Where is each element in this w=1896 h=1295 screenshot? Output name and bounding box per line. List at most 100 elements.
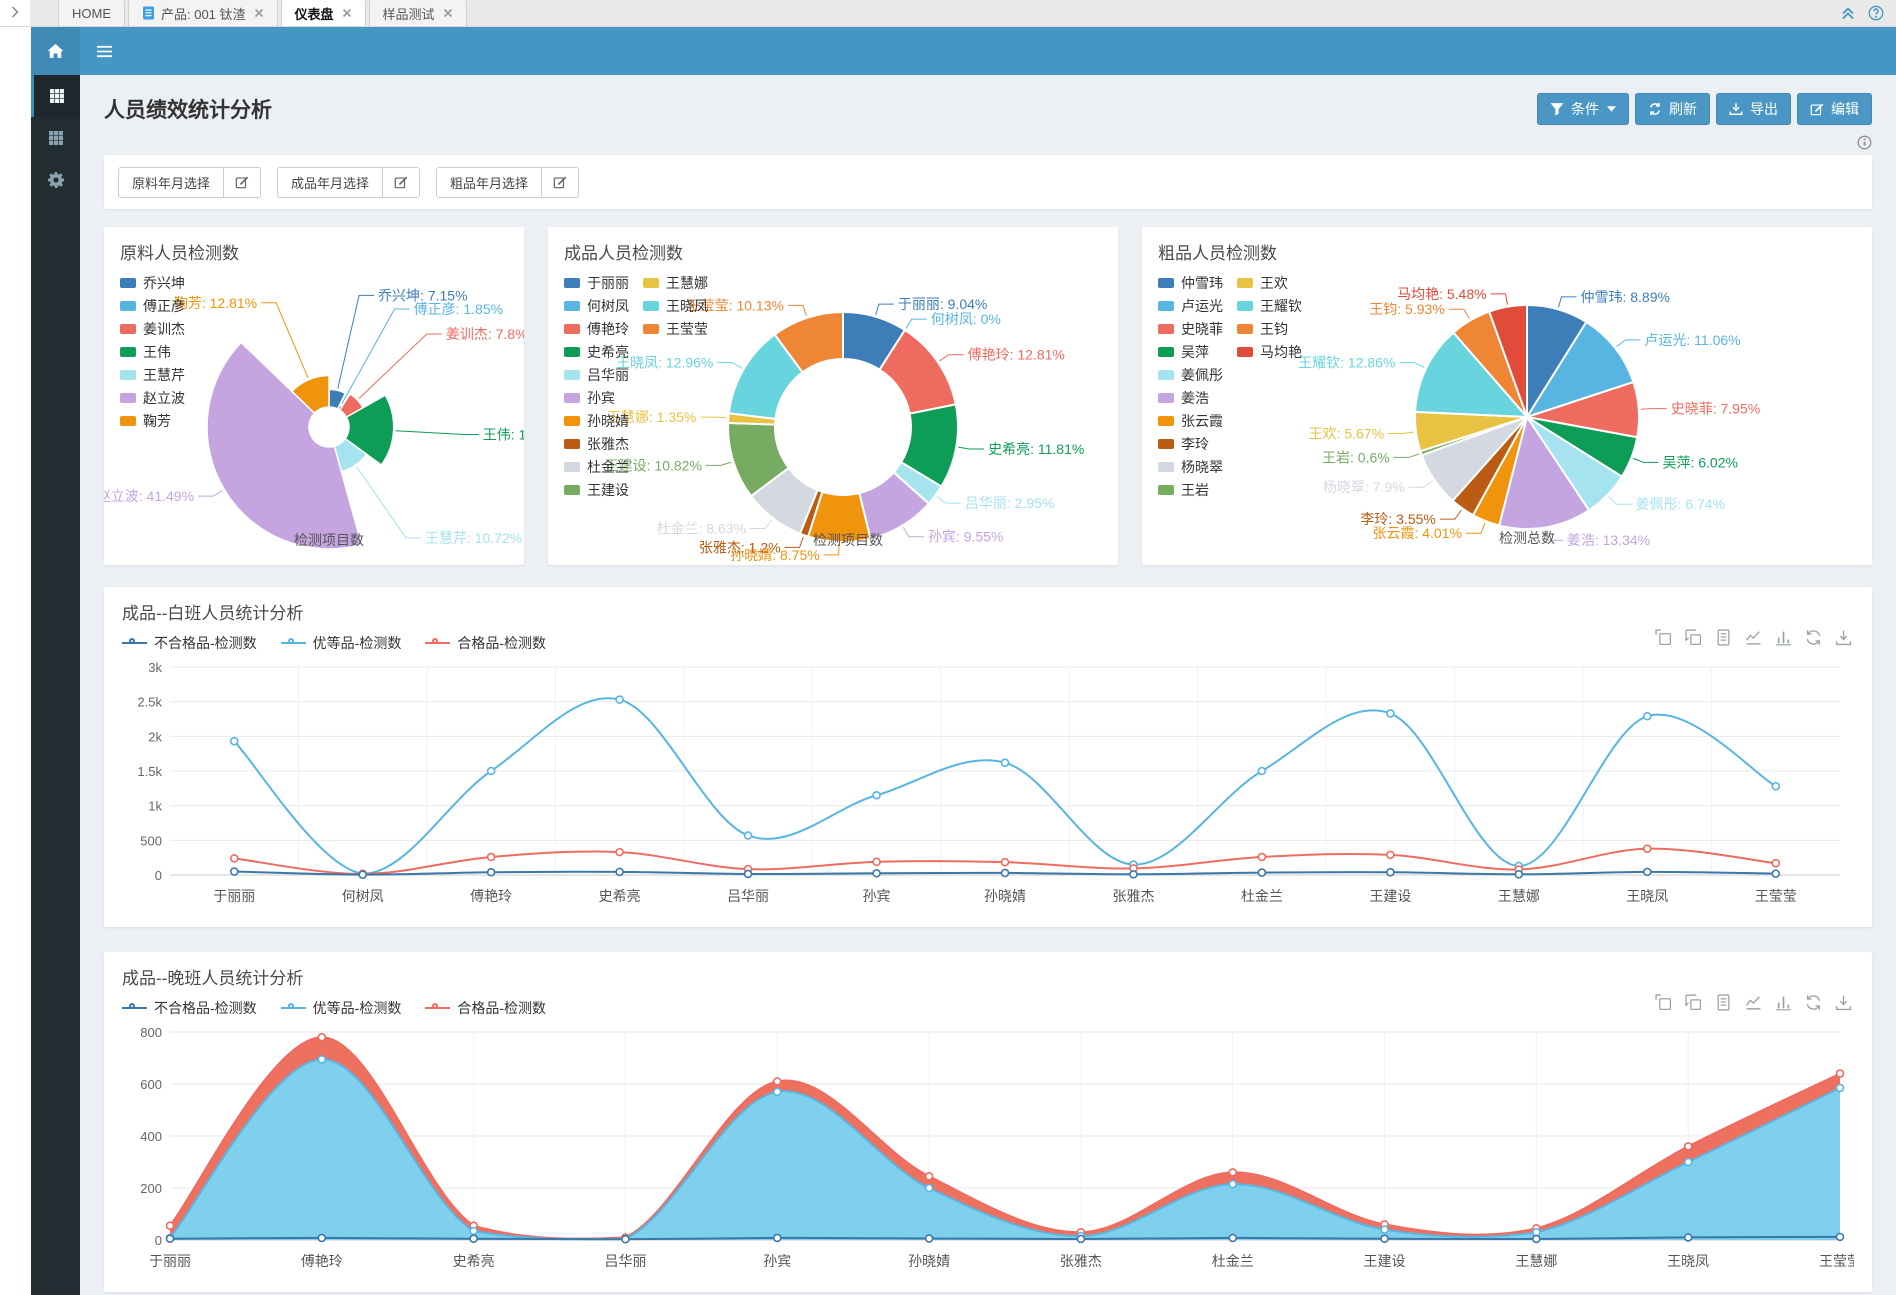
legend-swatch: [120, 416, 136, 426]
legend-item[interactable]: 王慧娜: [643, 271, 708, 294]
info-row: [104, 133, 1872, 151]
legend-item[interactable]: 姜训杰: [120, 317, 185, 340]
tabs-expand-button[interactable]: [0, 0, 30, 26]
legend-label: 傅艳玲: [587, 319, 629, 339]
refresh-button[interactable]: 刷新: [1635, 93, 1710, 125]
tab-sample-test[interactable]: 样品测试: [369, 0, 467, 26]
legend-item[interactable]: 何树凤: [564, 294, 629, 317]
line-chart-icon[interactable]: [1745, 994, 1762, 1011]
save-image-icon[interactable]: [1835, 994, 1852, 1011]
chart-title: 成品--晚班人员统计分析: [122, 964, 1854, 989]
tab-home[interactable]: HOME: [58, 0, 125, 26]
edit-button[interactable]: 编辑: [1797, 93, 1872, 125]
collapse-up-icon[interactable]: [1840, 5, 1856, 21]
legend-item[interactable]: 李玲: [1158, 432, 1223, 455]
line-chart-icon[interactable]: [1745, 629, 1762, 646]
crude-month-select-button[interactable]: 粗品年月选择: [436, 167, 542, 198]
pie-charts-row: 原料人员检测数 乔兴坤傅正彦姜训杰王伟王慧芹赵立波鞠芳 乔兴坤: 7.15%傅正…: [104, 227, 1872, 565]
export-button[interactable]: 导出: [1716, 93, 1791, 125]
legend-item[interactable]: 王欢: [1237, 271, 1302, 294]
pie-label: 姜训杰: 7.8%: [446, 326, 524, 342]
region-zoom-icon[interactable]: [1655, 994, 1672, 1011]
condition-button[interactable]: 条件: [1537, 93, 1629, 125]
sidebar-toggle-button[interactable]: [80, 27, 128, 75]
region-zoom-icon[interactable]: [1655, 629, 1672, 646]
legend-item[interactable]: 仲雪玮: [1158, 271, 1223, 294]
legend-item[interactable]: 卢运光: [1158, 294, 1223, 317]
bar-chart-icon[interactable]: [1775, 629, 1792, 646]
legend-item[interactable]: 张雅杰: [564, 432, 629, 455]
restore-icon[interactable]: [1805, 629, 1822, 646]
chart-legend: 不合格品-检测数 优等品-检测数 合格品-检测数: [122, 633, 1854, 653]
legend-item[interactable]: 马均艳: [1237, 340, 1302, 363]
y-axis-label: 3k: [148, 660, 162, 675]
legend-marker: [425, 1003, 450, 1013]
tab-product[interactable]: 产品: 001 钛渣: [128, 0, 278, 26]
restore-icon[interactable]: [1805, 994, 1822, 1011]
legend-item[interactable]: 姜浩: [1158, 386, 1223, 409]
bar-chart-icon[interactable]: [1775, 994, 1792, 1011]
legend-item[interactable]: 王慧芹: [120, 363, 185, 386]
legend-item[interactable]: 王岩: [1158, 478, 1223, 501]
help-icon[interactable]: [1868, 5, 1884, 21]
legend-item[interactable]: 合格品-检测数: [425, 998, 546, 1018]
legend-item[interactable]: 赵立波: [120, 386, 185, 409]
data-view-icon[interactable]: [1715, 629, 1732, 646]
legend-item[interactable]: 不合格品-检测数: [122, 998, 257, 1018]
legend-item[interactable]: 姜佩彤: [1158, 363, 1223, 386]
grid-icon: [49, 88, 65, 104]
legend-item[interactable]: 优等品-检测数: [281, 633, 402, 653]
main-content: 人员绩效统计分析 条件 刷新: [80, 75, 1896, 1295]
edit-square-icon: [553, 175, 567, 189]
zoom-reset-icon[interactable]: [1685, 994, 1702, 1011]
button-label: 编辑: [1831, 99, 1859, 119]
chart-legend: 仲雪玮卢运光史晓菲吴萍姜佩彤姜浩张云霞李玲杨晓翠王岩 王欢王耀钦王钧马均艳: [1158, 271, 1302, 501]
legend-item[interactable]: 不合格品-检测数: [122, 633, 257, 653]
legend-label: 合格品-检测数: [457, 998, 546, 1018]
legend-item[interactable]: 优等品-检测数: [281, 998, 402, 1018]
sidebar-item[interactable]: [31, 75, 80, 117]
tab-dashboard[interactable]: 仪表盘: [281, 0, 366, 26]
x-axis-label: 孙宾: [763, 1253, 791, 1269]
legend-item[interactable]: 王伟: [120, 340, 185, 363]
save-image-icon[interactable]: [1835, 629, 1852, 646]
crude-month-edit-button[interactable]: [542, 167, 579, 198]
legend-item[interactable]: 鞠芳: [120, 409, 185, 432]
legend-item[interactable]: 孙晓婧: [564, 409, 629, 432]
legend-item[interactable]: 杨晓翠: [1158, 455, 1223, 478]
data-view-icon[interactable]: [1715, 994, 1732, 1011]
legend-item[interactable]: 王莹莹: [643, 317, 708, 340]
close-icon[interactable]: [342, 8, 352, 18]
product-month-edit-button[interactable]: [383, 167, 420, 198]
legend-item[interactable]: 傅艳玲: [564, 317, 629, 340]
pie-label: 张雅杰: 1.2%: [699, 539, 781, 555]
raw-month-edit-button[interactable]: [224, 167, 261, 198]
legend-item[interactable]: 王晓凤: [643, 294, 708, 317]
raw-month-select-button[interactable]: 原料年月选择: [118, 167, 224, 198]
legend-item[interactable]: 吕华丽: [564, 363, 629, 386]
legend-item[interactable]: 于丽丽: [564, 271, 629, 294]
legend-item[interactable]: 杜金兰: [564, 455, 629, 478]
home-button[interactable]: [31, 27, 80, 75]
legend-item[interactable]: 傅正彦: [120, 294, 185, 317]
legend-item[interactable]: 孙宾: [564, 386, 629, 409]
legend-item[interactable]: 王耀钦: [1237, 294, 1302, 317]
close-icon[interactable]: [443, 8, 453, 18]
sidebar-item[interactable]: [31, 159, 80, 201]
legend-item[interactable]: 史希亮: [564, 340, 629, 363]
legend-item[interactable]: 合格品-检测数: [425, 633, 546, 653]
close-icon[interactable]: [254, 8, 264, 18]
legend-item[interactable]: 王建设: [564, 478, 629, 501]
product-month-select-button[interactable]: 成品年月选择: [277, 167, 383, 198]
x-axis-label: 孙晓婧: [984, 888, 1026, 904]
zoom-reset-icon[interactable]: [1685, 629, 1702, 646]
legend-label: 王慧芹: [143, 365, 185, 385]
legend-item[interactable]: 吴萍: [1158, 340, 1223, 363]
legend-item[interactable]: 史晓菲: [1158, 317, 1223, 340]
legend-item[interactable]: 张云霞: [1158, 409, 1223, 432]
sidebar-item[interactable]: [31, 117, 80, 159]
legend-item[interactable]: 王钧: [1237, 317, 1302, 340]
legend-swatch: [120, 393, 136, 403]
info-icon[interactable]: [1857, 135, 1872, 150]
legend-item[interactable]: 乔兴坤: [120, 271, 185, 294]
